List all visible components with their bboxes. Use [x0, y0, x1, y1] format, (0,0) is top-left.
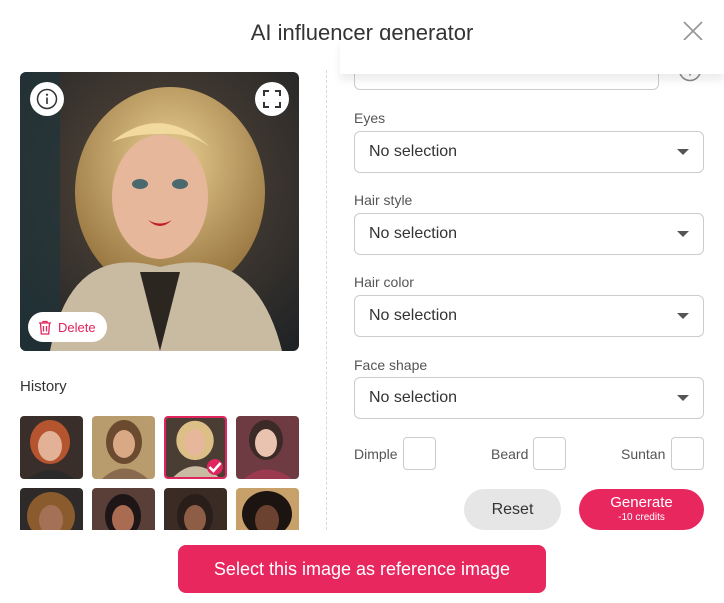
chevron-down-icon	[677, 313, 689, 319]
history-thumbnail-selected[interactable]	[164, 416, 227, 479]
history-thumbnail[interactable]	[164, 488, 227, 532]
generate-label: Generate	[610, 494, 673, 511]
info-button[interactable]	[30, 82, 64, 116]
preview-image: Delete	[20, 72, 299, 351]
checkmark-icon	[207, 459, 223, 475]
history-grid	[20, 416, 300, 532]
suntan-checkbox[interactable]	[671, 437, 704, 470]
generate-cost: -10 credits	[618, 512, 665, 523]
field-label-hair-style: Hair style	[354, 192, 413, 208]
hair-style-select[interactable]: No selection	[354, 213, 704, 255]
beard-checkbox[interactable]	[533, 437, 566, 470]
generate-button[interactable]: Generate -10 credits	[579, 489, 704, 530]
chevron-down-icon	[677, 149, 689, 155]
history-thumbnail[interactable]	[20, 488, 83, 532]
hair-style-select-value: No selection	[369, 225, 458, 242]
field-label-eyes: Eyes	[354, 110, 386, 126]
chevron-down-icon	[677, 395, 689, 401]
field-label-face-shape: Face shape	[354, 357, 428, 373]
face-shape-select-value: No selection	[369, 389, 458, 406]
history-thumbnail[interactable]	[236, 488, 299, 532]
history-thumbnail[interactable]	[20, 416, 83, 479]
hair-color-select-value: No selection	[369, 307, 458, 324]
suntan-label: Suntan	[621, 446, 666, 462]
fullscreen-button[interactable]	[255, 82, 289, 116]
dimple-label: Dimple	[354, 446, 398, 462]
scroll-fade-top	[340, 40, 724, 74]
expand-icon	[263, 90, 281, 108]
reset-button[interactable]: Reset	[464, 489, 561, 530]
delete-label: Delete	[58, 319, 96, 335]
field-label-hair-color: Hair color	[354, 274, 414, 290]
trash-icon	[39, 320, 51, 335]
history-thumbnail[interactable]	[92, 488, 155, 532]
beard-label: Beard	[491, 446, 529, 462]
history-label: History	[20, 378, 67, 395]
portrait-photo	[20, 72, 299, 351]
face-shape-select[interactable]: No selection	[354, 377, 704, 419]
select-reference-button[interactable]: Select this image as reference image	[178, 545, 546, 593]
dimple-checkbox[interactable]	[403, 437, 436, 470]
history-thumbnail[interactable]	[92, 416, 155, 479]
chevron-down-icon	[677, 231, 689, 237]
eyes-select[interactable]: No selection	[354, 131, 704, 173]
eyes-select-value: No selection	[369, 143, 458, 160]
panel-divider	[326, 70, 327, 530]
delete-button[interactable]: Delete	[28, 312, 107, 342]
hair-color-select[interactable]: No selection	[354, 295, 704, 337]
history-thumbnail[interactable]	[236, 416, 299, 479]
info-icon	[36, 88, 58, 110]
